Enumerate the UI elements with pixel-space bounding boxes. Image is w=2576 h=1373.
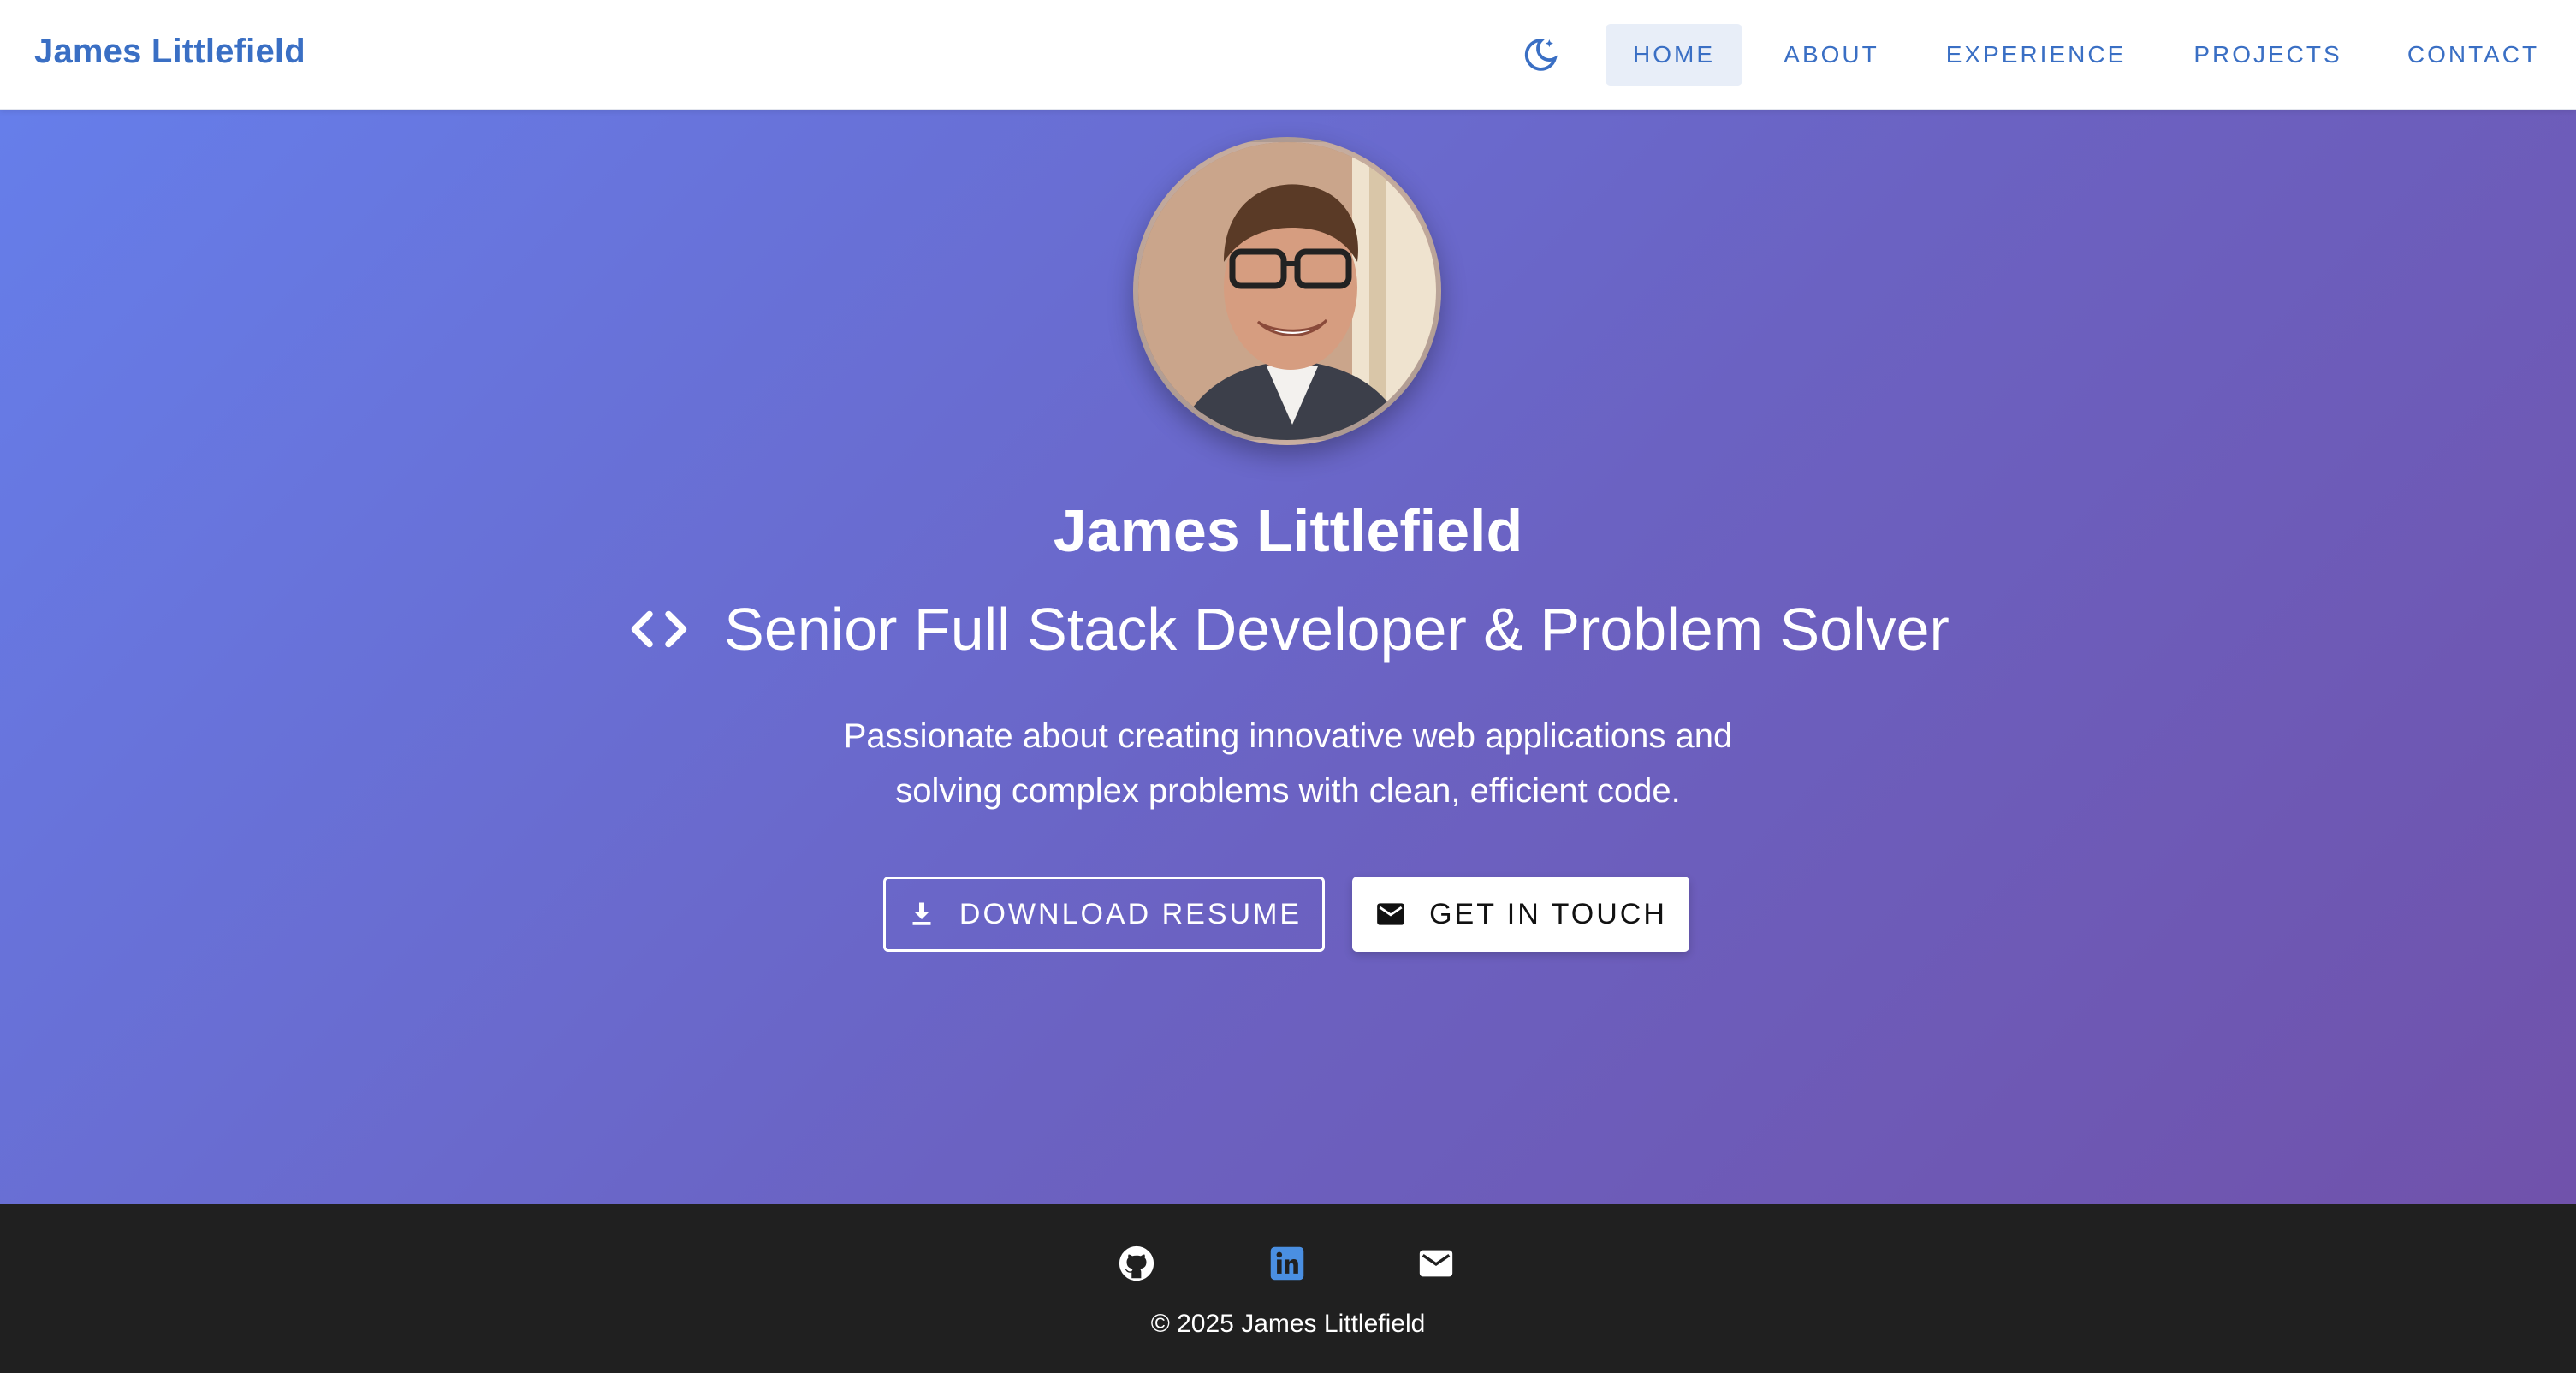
github-icon bbox=[1119, 1245, 1154, 1281]
hero-description-line-1: Passionate about creating innovative web… bbox=[843, 717, 1733, 755]
nav-projects[interactable]: PROJECTS bbox=[2174, 24, 2362, 86]
mail-link[interactable] bbox=[1410, 1238, 1462, 1289]
download-resume-label: DOWNLOAD RESUME bbox=[959, 897, 1303, 930]
top-app-bar: James Littlefield HOME ABOUT EXPERIENCE … bbox=[0, 0, 2576, 110]
get-in-touch-label: GET IN TOUCH bbox=[1429, 897, 1667, 930]
portfolio-page: James Littlefield HOME ABOUT EXPERIENCE … bbox=[0, 0, 2576, 1373]
hero-name: James Littlefield bbox=[1053, 497, 1523, 564]
copyright-text: © 2025 James Littlefield bbox=[1150, 1310, 1426, 1338]
nav-home[interactable]: HOME bbox=[1606, 24, 1742, 86]
nav-experience[interactable]: EXPERIENCE bbox=[1929, 24, 2143, 86]
linkedin-link[interactable] bbox=[1261, 1238, 1313, 1289]
theme-toggle-button[interactable] bbox=[1517, 31, 1564, 79]
code-icon bbox=[626, 597, 691, 662]
github-link[interactable] bbox=[1111, 1238, 1162, 1289]
get-in-touch-button[interactable]: GET IN TOUCH bbox=[1352, 877, 1689, 952]
linkedin-icon bbox=[1270, 1246, 1304, 1281]
nav-contact[interactable]: CONTACT bbox=[2389, 24, 2557, 86]
download-resume-button[interactable]: DOWNLOAD RESUME bbox=[883, 877, 1325, 952]
profile-photo bbox=[1138, 142, 1436, 440]
nav-about[interactable]: ABOUT bbox=[1763, 24, 1900, 86]
hero-description: Passionate about creating innovative web… bbox=[753, 709, 1823, 818]
footer: © 2025 James Littlefield bbox=[0, 1204, 2576, 1373]
download-icon bbox=[912, 902, 931, 925]
avatar bbox=[1133, 137, 1441, 445]
hero-section: James Littlefield Senior Full Stack Deve… bbox=[0, 110, 2576, 1204]
mail-icon bbox=[1377, 903, 1404, 925]
hero-title-row: Senior Full Stack Developer & Problem So… bbox=[0, 591, 2576, 668]
mail-icon bbox=[1419, 1250, 1453, 1277]
moon-star-icon bbox=[1524, 39, 1558, 71]
hero-description-line-2: solving complex problems with clean, eff… bbox=[895, 772, 1681, 810]
brand-name[interactable]: James Littlefield bbox=[34, 33, 306, 71]
hero-title: Senior Full Stack Developer & Problem So… bbox=[724, 596, 1950, 663]
